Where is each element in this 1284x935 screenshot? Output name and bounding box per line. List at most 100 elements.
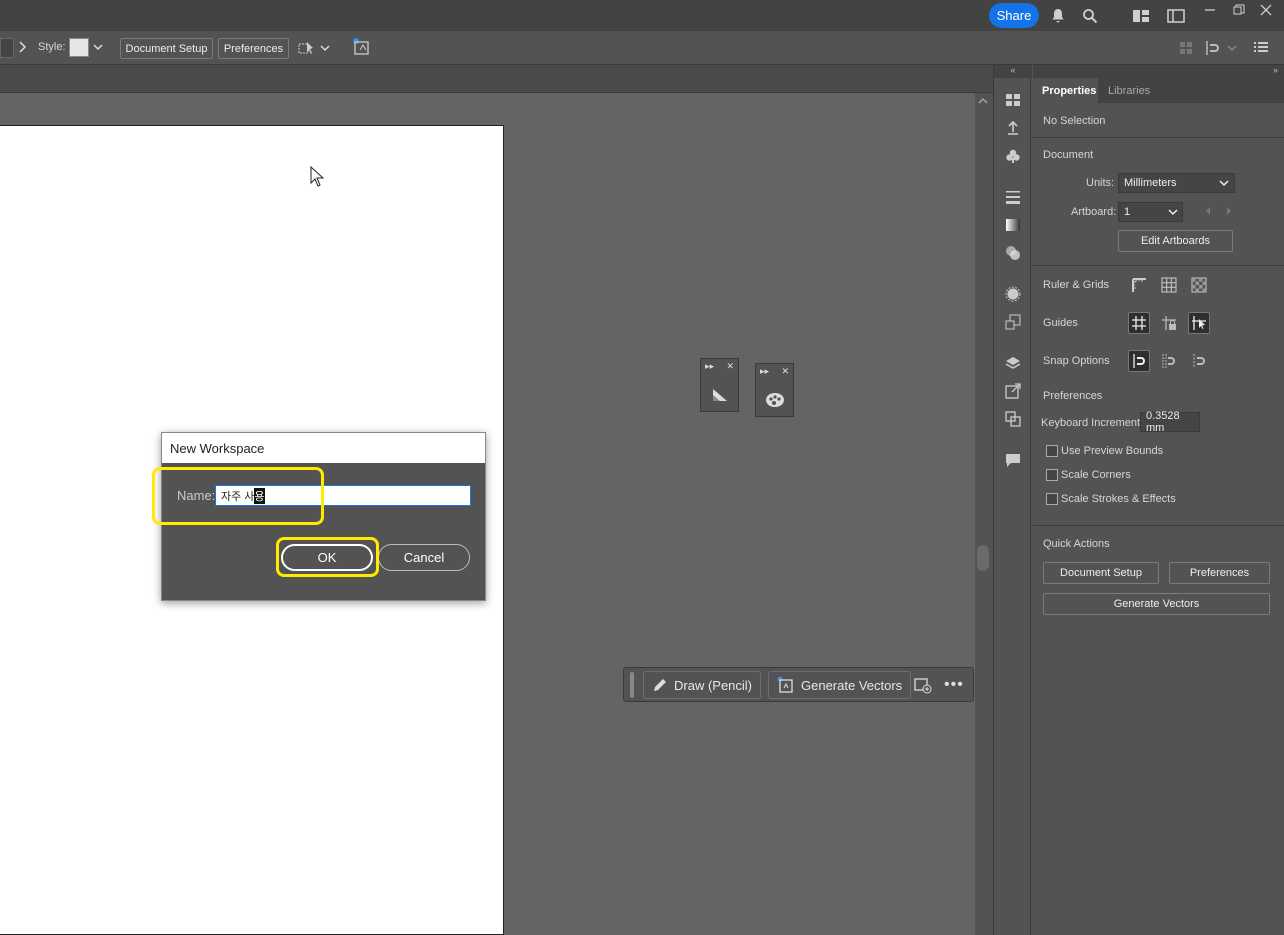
draw-pencil-button[interactable]: Draw (Pencil) [643,671,762,699]
lock-guides-icon[interactable] [1158,312,1180,334]
snap-options-icon[interactable] [1205,40,1237,56]
layers-icon[interactable] [1003,353,1023,373]
transparency-grid-icon[interactable] [1188,274,1210,296]
floating-panel-color[interactable]: ▸▸ ✕ [755,363,794,417]
expand-icon[interactable]: ▸▸ [760,366,769,377]
scale-corners-checkbox[interactable] [1046,469,1058,481]
panel-header: » [1033,65,1284,78]
keyboard-increment-value: 0.3528 mm [1146,410,1180,434]
show-guides-icon[interactable] [1128,312,1150,334]
panel-tabs: Properties Libraries [1033,78,1284,103]
transparency-icon[interactable] [1003,243,1023,263]
snap-to-pixel-icon[interactable] [1158,350,1180,372]
floating-panel-gradient[interactable]: ▸▸ ✕ [700,358,739,412]
expand-icon[interactable]: ▸▸ [705,361,714,372]
document-setup-button[interactable]: Document Setup [120,38,213,59]
qa-preferences-button[interactable]: Preferences [1169,562,1270,584]
select-similar-icon[interactable] [298,38,332,58]
properties-panel: » Properties Libraries No Selection Docu… [1033,65,1284,935]
panel-menu-icon[interactable] [1254,41,1268,56]
units-select[interactable]: Millimeters [1118,173,1235,193]
artboard-label: Artboard: [1071,206,1117,218]
add-image-icon[interactable] [914,676,932,697]
drag-handle[interactable] [630,672,634,698]
guides-label: Guides [1043,317,1078,329]
minimize-icon[interactable] [1200,0,1220,20]
cancel-button[interactable]: Cancel [378,544,470,571]
control-bar: Style: Document Setup Preferences [0,31,1284,65]
artboard-value: 1 [1124,206,1131,218]
close-panel-icon[interactable]: ✕ [726,361,734,372]
more-options-icon[interactable]: ••• [944,676,964,694]
collapse-panel-icon[interactable]: » [1273,65,1278,75]
close-panel-icon[interactable]: ✕ [781,366,789,377]
chevron-right-icon[interactable] [16,40,28,57]
align-grid-icon[interactable] [1179,41,1193,58]
prev-field[interactable] [0,38,14,58]
keyboard-increment-label: Keyboard Increment: [1041,417,1144,429]
panel-icon-strip: « [993,65,1032,935]
export-icon[interactable] [1003,381,1023,401]
symbols-icon[interactable] [1003,146,1023,166]
dialog-title: New Workspace [162,433,485,463]
comments-icon[interactable] [1003,450,1023,470]
scale-strokes-effects-label: Scale Strokes & Effects [1061,493,1176,505]
tab-properties[interactable]: Properties [1033,78,1098,103]
close-icon[interactable] [1256,0,1276,20]
generate-vectors-icon[interactable] [352,37,372,60]
gradient-icon[interactable] [1003,215,1023,235]
snap-to-point-icon[interactable] [1128,350,1150,372]
pathfinder-icon[interactable] [1003,409,1023,429]
collapse-strip-icon[interactable]: « [994,65,1032,78]
style-swatch[interactable] [69,38,89,57]
scale-strokes-effects-checkbox[interactable] [1046,493,1058,505]
no-selection-label: No Selection [1043,115,1106,127]
generate-vectors-button[interactable]: Generate Vectors [768,671,912,699]
keyboard-increment-input[interactable]: 0.3528 mm [1140,410,1200,434]
use-preview-bounds-checkbox[interactable] [1046,445,1058,457]
use-preview-bounds-label: Use Preview Bounds [1061,445,1164,457]
artboard-select[interactable]: 1 [1118,202,1183,222]
preferences-heading: Preferences [1043,390,1103,402]
document-heading: Document [1043,149,1094,161]
color-palette-icon[interactable] [756,392,793,408]
generate-vectors-icon [777,676,793,693]
search-icon[interactable] [1080,6,1100,26]
highlight-ok-button [276,537,379,577]
workspace-switcher-icon[interactable] [1166,6,1186,26]
snap-options-label: Snap Options [1043,355,1110,367]
tab-libraries[interactable]: Libraries [1099,78,1157,103]
style-dropdown-chevron-icon[interactable] [93,40,103,57]
previous-artboard-icon[interactable] [1204,206,1212,219]
snap-to-glyph-icon[interactable] [1188,350,1210,372]
pencil-icon [654,679,666,691]
artboards-icon[interactable] [1003,90,1023,110]
appearance-icon[interactable] [1003,284,1023,304]
restore-icon[interactable] [1229,0,1249,20]
highlight-name-field [152,467,324,525]
gradient-tool-icon[interactable] [701,387,738,403]
qa-document-setup-button[interactable]: Document Setup [1043,562,1159,584]
scale-corners-label: Scale Corners [1061,469,1131,481]
document-tab-strip [0,65,993,93]
vertical-scrollbar[interactable] [975,93,991,935]
asset-export-icon[interactable] [1003,118,1023,138]
scrollbar-thumb[interactable] [977,545,989,571]
transform-icon[interactable] [1003,312,1023,332]
chevron-down-icon [1219,180,1229,187]
bell-icon[interactable] [1048,6,1068,26]
next-artboard-icon[interactable] [1225,206,1233,219]
edit-artboards-button[interactable]: Edit Artboards [1118,230,1233,252]
grid-icon[interactable] [1158,274,1180,296]
rulers-icon[interactable] [1128,274,1150,296]
preferences-button[interactable]: Preferences [218,38,289,59]
smart-guides-icon[interactable] [1188,312,1210,334]
arrange-documents-icon[interactable] [1131,6,1151,26]
share-button[interactable]: Share [989,3,1039,28]
units-value: Millimeters [1124,177,1177,189]
draw-pencil-label: Draw (Pencil) [674,677,753,693]
qa-generate-vectors-button[interactable]: Generate Vectors [1043,593,1270,615]
style-label: Style: [38,41,66,53]
stroke-icon[interactable] [1003,187,1023,207]
quick-actions-heading: Quick Actions [1043,538,1110,550]
